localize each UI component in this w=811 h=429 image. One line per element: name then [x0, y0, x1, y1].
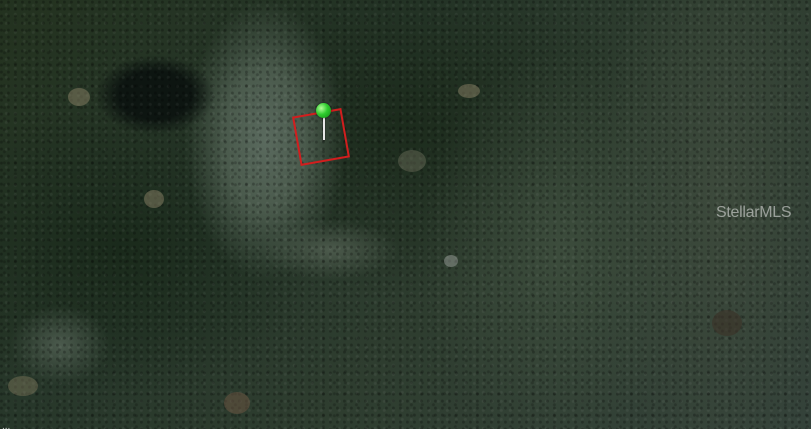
map-pin-stem [323, 116, 325, 140]
house-clearing [444, 255, 458, 267]
house-clearing [224, 392, 250, 414]
pond-clearing [712, 310, 742, 336]
map-pin-icon[interactable] [316, 103, 331, 118]
house-clearing [144, 190, 164, 208]
map-attribution: ... [2, 421, 11, 429]
satellite-map[interactable]: StellarMLS ... [0, 0, 811, 429]
imagery-texture [0, 0, 811, 429]
house-clearing [458, 84, 480, 98]
house-clearing [8, 376, 38, 396]
house-clearing [398, 150, 426, 172]
stellarmls-watermark: StellarMLS [716, 204, 792, 221]
house-clearing [68, 88, 90, 106]
